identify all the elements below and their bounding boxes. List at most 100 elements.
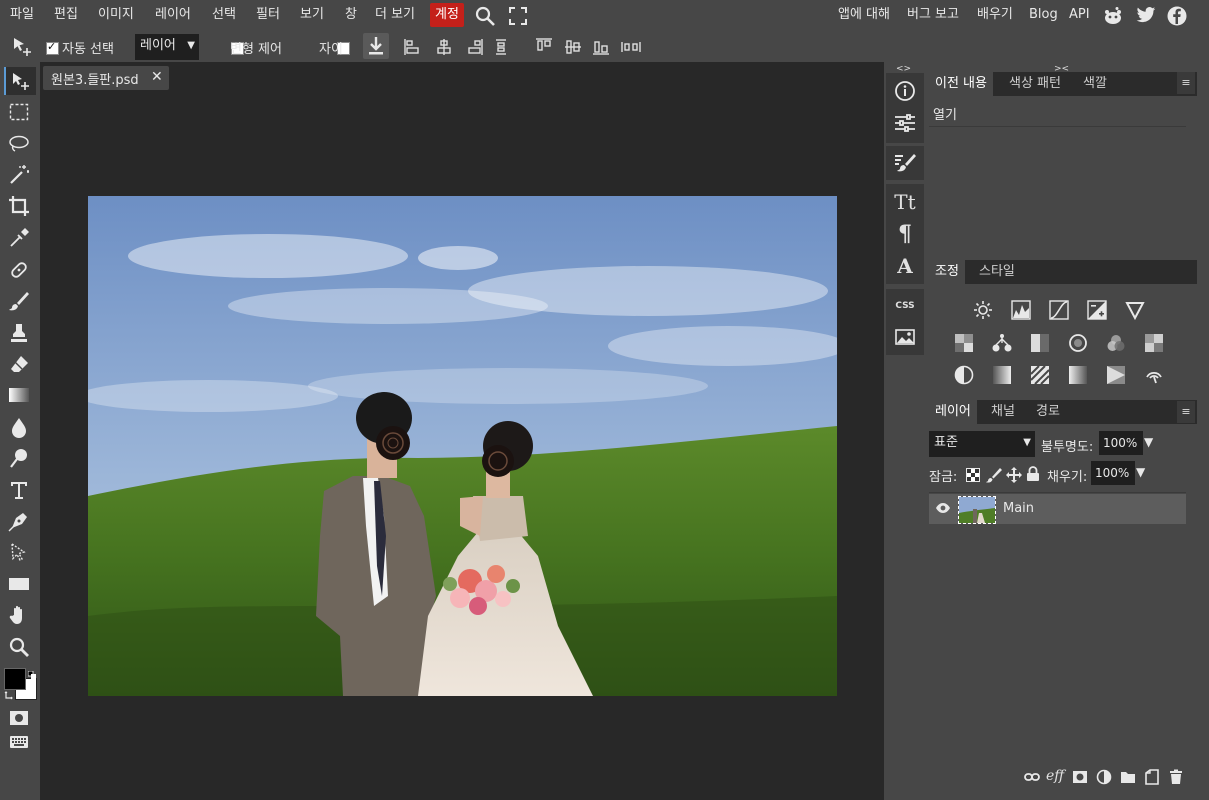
path-select-tool-button[interactable] bbox=[4, 539, 34, 567]
menu-more[interactable]: 더 보기 bbox=[375, 5, 415, 25]
color-lookup-icon[interactable] bbox=[1143, 332, 1165, 354]
align-left-icon[interactable] bbox=[403, 38, 421, 60]
css-icon[interactable]: CSS bbox=[886, 291, 924, 321]
text-tool-button[interactable] bbox=[4, 476, 34, 504]
move-tool-button[interactable] bbox=[4, 67, 36, 95]
tab-channels[interactable]: 채널 bbox=[985, 400, 1021, 424]
add-mask-icon[interactable] bbox=[1072, 770, 1088, 790]
black-white-icon[interactable] bbox=[1029, 332, 1051, 354]
brush-settings-icon[interactable] bbox=[886, 148, 924, 178]
distribute-v-icon[interactable] bbox=[620, 40, 642, 58]
exposure-icon[interactable] bbox=[1086, 299, 1108, 321]
info-icon[interactable] bbox=[886, 76, 924, 106]
align-top-icon[interactable] bbox=[535, 37, 553, 59]
threshold-icon[interactable] bbox=[1029, 364, 1051, 386]
blur-tool-button[interactable] bbox=[4, 413, 34, 441]
channel-mixer-icon[interactable] bbox=[1105, 332, 1127, 354]
gradient-map-icon[interactable] bbox=[1067, 364, 1089, 386]
vibrance-icon[interactable] bbox=[1124, 299, 1146, 321]
layer-effects-icon[interactable]: eff bbox=[1046, 768, 1064, 788]
menu-window[interactable]: 창 bbox=[345, 5, 357, 25]
tab-styles[interactable]: 스타일 bbox=[973, 260, 1021, 284]
tab-color[interactable]: 색깔 bbox=[1077, 72, 1113, 96]
menu-view[interactable]: 보기 bbox=[300, 5, 324, 25]
lock-transparency-icon[interactable] bbox=[966, 468, 980, 486]
posterize-icon[interactable] bbox=[991, 364, 1013, 386]
auto-select-checkbox[interactable] bbox=[46, 40, 59, 55]
tab-swatches[interactable]: 색상 패턴 bbox=[1003, 72, 1067, 96]
swap-colors-icon[interactable] bbox=[4, 690, 14, 700]
dodge-tool-button[interactable] bbox=[4, 444, 34, 472]
photo-filter-icon[interactable] bbox=[1067, 332, 1089, 354]
tab-adjustments[interactable]: 조정 bbox=[929, 260, 965, 284]
facebook-icon[interactable] bbox=[1167, 6, 1187, 30]
keyboard-button[interactable] bbox=[4, 728, 34, 756]
align-bottom-icon[interactable] bbox=[592, 38, 610, 60]
glyphs-icon[interactable]: A bbox=[886, 251, 924, 281]
paragraph-icon[interactable]: ¶ bbox=[886, 219, 924, 249]
zoom-tool-button[interactable] bbox=[4, 633, 34, 661]
opacity-dropdown-icon[interactable]: ▼ bbox=[1144, 435, 1153, 449]
gradient-tool-button[interactable] bbox=[4, 381, 34, 409]
tab-history[interactable]: 이전 내용 bbox=[929, 72, 993, 96]
close-icon[interactable]: ✕ bbox=[151, 69, 163, 85]
pen-tool-button[interactable] bbox=[4, 507, 34, 535]
color-balance-icon[interactable] bbox=[991, 332, 1013, 354]
reddit-icon[interactable] bbox=[1103, 6, 1123, 30]
clone-stamp-tool-button[interactable] bbox=[4, 319, 34, 347]
fill-input[interactable]: 100% bbox=[1091, 461, 1135, 485]
curves-icon[interactable] bbox=[1048, 299, 1070, 321]
blend-mode-dropdown[interactable]: 표준 ▼ bbox=[929, 431, 1035, 457]
shape-tool-button[interactable] bbox=[4, 570, 34, 598]
character-icon[interactable]: Tt bbox=[886, 187, 924, 217]
history-item[interactable]: 열기 bbox=[929, 98, 1186, 127]
layers-panel-menu-button[interactable]: ≡ bbox=[1177, 401, 1195, 423]
menu-image[interactable]: 이미지 bbox=[98, 5, 134, 25]
search-icon[interactable] bbox=[474, 5, 496, 31]
tab-layers[interactable]: 레이어 bbox=[929, 400, 977, 424]
align-middle-v-icon[interactable] bbox=[564, 38, 582, 60]
default-colors-icon[interactable] bbox=[27, 668, 36, 679]
align-center-h-icon[interactable] bbox=[435, 38, 453, 60]
lock-position-icon[interactable] bbox=[1006, 467, 1022, 487]
eraser-tool-button[interactable] bbox=[4, 350, 34, 378]
download-icon[interactable] bbox=[363, 33, 389, 59]
link-blog[interactable]: Blog bbox=[1029, 5, 1058, 25]
invert-icon[interactable] bbox=[953, 364, 975, 386]
properties-sliders-icon[interactable] bbox=[886, 108, 924, 138]
replace-color-icon[interactable] bbox=[1143, 364, 1165, 386]
lock-all-icon[interactable] bbox=[1026, 466, 1040, 486]
link-about[interactable]: 앱에 대해 bbox=[838, 5, 890, 25]
brush-tool-button[interactable] bbox=[4, 287, 34, 315]
menu-filter[interactable]: 필터 bbox=[256, 5, 280, 25]
adjustment-layer-icon[interactable] bbox=[1096, 769, 1112, 789]
document-tab[interactable]: 원본3.들판.psd ✕ bbox=[43, 66, 169, 90]
eyedropper-tool-button[interactable] bbox=[4, 224, 34, 252]
folder-icon[interactable] bbox=[1120, 770, 1136, 790]
image-icon[interactable] bbox=[886, 322, 924, 352]
menu-layer[interactable]: 레이어 bbox=[155, 5, 191, 25]
trash-icon[interactable] bbox=[1169, 769, 1183, 789]
brightness-icon[interactable] bbox=[972, 299, 994, 321]
link-learn[interactable]: 배우기 bbox=[977, 5, 1013, 25]
distribute-h-icon[interactable] bbox=[494, 38, 508, 60]
hue-saturation-icon[interactable] bbox=[953, 332, 975, 354]
tab-paths[interactable]: 경로 bbox=[1030, 400, 1066, 424]
eye-icon[interactable] bbox=[935, 502, 951, 518]
align-right-icon[interactable] bbox=[466, 38, 484, 60]
lasso-tool-button[interactable] bbox=[4, 130, 34, 158]
opacity-input[interactable]: 100% bbox=[1099, 431, 1143, 455]
menu-select[interactable]: 선택 bbox=[212, 5, 236, 25]
link-api[interactable]: API bbox=[1069, 5, 1090, 25]
menu-edit[interactable]: 편집 bbox=[54, 5, 78, 25]
layer-row[interactable]: Main bbox=[929, 494, 1186, 524]
auto-select-target-dropdown[interactable]: 레이어 ▼ bbox=[135, 34, 199, 60]
selective-color-icon[interactable] bbox=[1105, 364, 1127, 386]
history-panel-menu-button[interactable]: ≡ bbox=[1177, 72, 1195, 94]
menu-file[interactable]: 파일 bbox=[10, 5, 34, 25]
fullscreen-icon[interactable] bbox=[508, 6, 528, 30]
fill-dropdown-icon[interactable]: ▼ bbox=[1136, 465, 1145, 479]
levels-icon[interactable] bbox=[1010, 299, 1032, 321]
link-bug-report[interactable]: 버그 보고 bbox=[907, 5, 959, 25]
canvas-image[interactable] bbox=[88, 196, 837, 696]
